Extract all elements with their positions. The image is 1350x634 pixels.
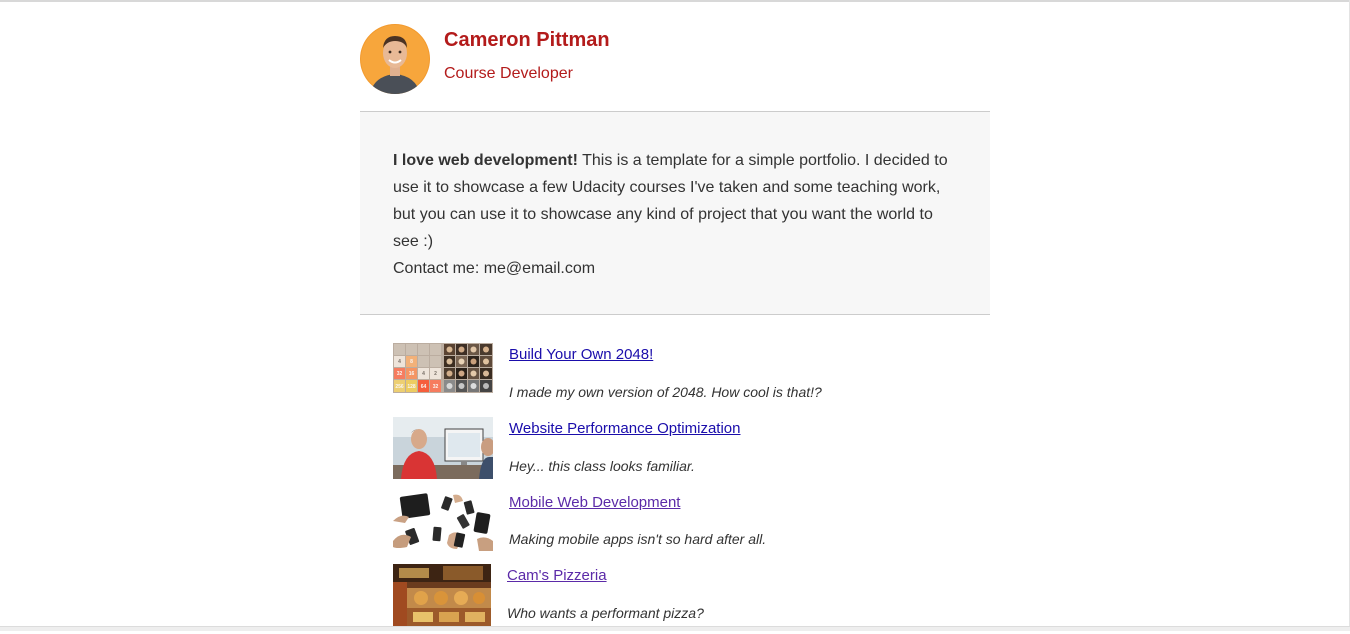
project-item: 4 8 32 16 4 2 256 128 bbox=[393, 343, 953, 413]
profile-avatar bbox=[360, 24, 430, 94]
project-description: Hey... this class looks familiar. bbox=[509, 458, 695, 474]
avatar-photo bbox=[360, 24, 430, 94]
tile-label: 64 bbox=[421, 384, 427, 390]
project-item: Website Performance Optimization Hey... … bbox=[393, 417, 953, 487]
project-description: I made my own version of 2048. How cool … bbox=[509, 384, 822, 400]
project-item: Cam's Pizzeria Who wants a performant pi… bbox=[393, 564, 953, 634]
project-link-2048[interactable]: Build Your Own 2048! bbox=[509, 346, 653, 363]
about-intro: I love web development! bbox=[393, 152, 578, 169]
profile-name: Cameron Pittman bbox=[444, 29, 610, 52]
project-thumbnail-pizzeria[interactable] bbox=[393, 564, 491, 626]
tile-label: 2 bbox=[434, 371, 437, 377]
tile-label: 256 bbox=[395, 384, 404, 390]
tile-label: 16 bbox=[409, 371, 415, 377]
tile-label: 32 bbox=[397, 371, 403, 377]
profile-header: Cameron Pittman Course Developer bbox=[360, 0, 990, 112]
tile-label: 128 bbox=[407, 384, 416, 390]
profile-role: Course Developer bbox=[444, 65, 573, 83]
project-link-mobile[interactable]: Mobile Web Development bbox=[509, 494, 680, 511]
tile-label: 4 bbox=[398, 359, 401, 365]
project-link-pizzeria[interactable]: Cam's Pizzeria bbox=[507, 567, 607, 584]
project-thumbnail-perf[interactable] bbox=[393, 417, 493, 479]
project-description: Making mobile apps isn't so hard after a… bbox=[509, 531, 766, 547]
portfolio-container: Cameron Pittman Course Developer I love … bbox=[360, 0, 990, 315]
bottom-border bbox=[0, 626, 1350, 631]
project-thumbnail-mobile[interactable] bbox=[393, 491, 493, 551]
about-section: I love web development! This is a templa… bbox=[360, 112, 990, 315]
tile-label: 32 bbox=[433, 384, 439, 390]
contact-line: Contact me: me@email.com bbox=[393, 260, 595, 277]
project-link-performance[interactable]: Website Performance Optimization bbox=[509, 420, 740, 437]
tile-label: 8 bbox=[410, 359, 413, 365]
tile-label: 4 bbox=[422, 371, 425, 377]
project-description: Who wants a performant pizza? bbox=[507, 605, 704, 621]
project-item: Mobile Web Development Making mobile app… bbox=[393, 491, 953, 561]
project-thumbnail-2048[interactable]: 4 8 32 16 4 2 256 128 bbox=[393, 343, 493, 393]
